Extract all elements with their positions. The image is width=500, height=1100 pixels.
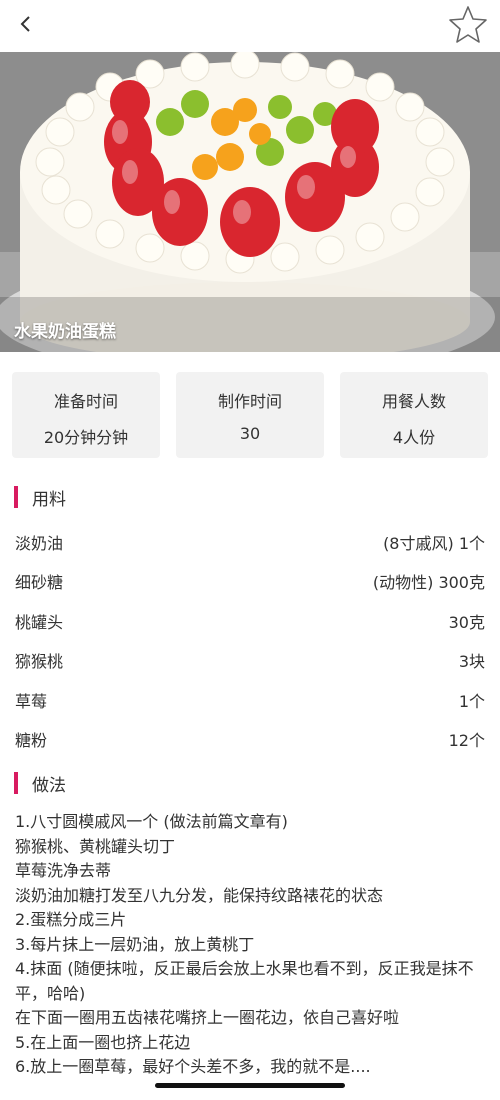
step-line: 在下面一圈用五齿裱花嘴挤上一圈花边，依自己喜好啦 [15,1008,400,1027]
top-bar [0,0,500,52]
ingredient-amount: 1个 [458,691,485,711]
ingredient-amount: 30克 [448,612,485,632]
favorite-button[interactable] [446,2,490,46]
ingredient-name: 糖粉 [15,730,48,750]
stat-value: 4人份 [392,428,436,447]
back-button[interactable] [10,8,42,40]
steps-text: 1.八寸圆模戚风一个 (做法前篇文章有) 猕猴桃、黄桃罐头切丁 草莓洗净去蒂 淡… [15,810,490,1080]
ingredient-name: 猕猴桃 [15,652,64,672]
ingredients-header: 用料 [0,482,500,510]
star-outline-icon [449,6,487,43]
list-item: 淡奶油 (8寸戚风) 1个 [0,522,500,561]
stat-label: 制作时间 [217,392,282,411]
stat-prep-time: 准备时间 20分钟分钟 [12,372,160,458]
recipe-hero-image: 水果奶油蛋糕 [0,52,500,352]
ingredients-list: 淡奶油 (8寸戚风) 1个 细砂糖 (动物性) 300克 桃罐头 30克 猕猴桃… [0,522,500,758]
ingredient-name: 草莓 [15,691,48,711]
stat-cook-time: 制作时间 30 [176,372,324,458]
steps-header: 做法 [0,768,500,796]
recipe-title: 水果奶油蛋糕 [14,322,116,342]
ingredient-amount: (8寸戚风) 1个 [383,534,485,553]
ingredient-name: 桃罐头 [15,612,64,632]
step-line: 淡奶油加糖打发至八九分发，能保持纹路裱花的状态 [15,885,384,905]
stat-label: 用餐人数 [381,392,446,411]
home-indicator[interactable] [155,1083,345,1088]
step-line: 1.八寸圆模戚风一个 (做法前篇文章有) [15,812,288,831]
step-line: 5.在上面一圈也挤上花边 [15,1032,191,1052]
step-line: 草莓洗净去蒂 [15,861,112,880]
list-item: 细砂糖 (动物性) 300克 [0,561,500,600]
list-item: 猕猴桃 3块 [0,640,500,679]
stat-servings: 用餐人数 4人份 [340,372,488,458]
chevron-left-icon [20,16,30,32]
stat-value: 30 [239,424,261,443]
step-line: 4.抹面 (随便抹啦，反正最后会放上水果也看不到，反正我是抹不平，哈哈) [15,959,474,1003]
step-line: 猕猴桃、黄桃罐头切丁 [15,836,176,856]
section-accent-bar [14,772,18,794]
list-item: 草莓 1个 [0,680,500,719]
list-item: 桃罐头 30克 [0,601,500,640]
stat-value: 20分钟分钟 [43,428,129,447]
ingredients-title: 用料 [32,490,66,510]
step-line: 6.放上一圈草莓，最好个头差不多，我的就不是.... [15,1057,371,1076]
ingredient-amount: 12个 [448,730,485,750]
step-line: 2.蛋糕分成三片 [15,910,127,929]
steps-title: 做法 [32,776,66,796]
list-item: 糖粉 12个 [0,719,500,758]
ingredient-amount: (动物性) 300克 [372,573,485,593]
ingredient-name: 细砂糖 [15,573,64,593]
ingredient-amount: 3块 [458,652,485,672]
recipe-stats: 准备时间 20分钟分钟 制作时间 30 用餐人数 4人份 [0,372,500,460]
section-accent-bar [14,486,18,508]
step-line: 3.每片抹上一层奶油，放上黄桃丁 [15,934,255,954]
stat-label: 准备时间 [53,392,118,411]
cake-photo [0,52,500,352]
ingredient-name: 淡奶油 [15,534,64,553]
